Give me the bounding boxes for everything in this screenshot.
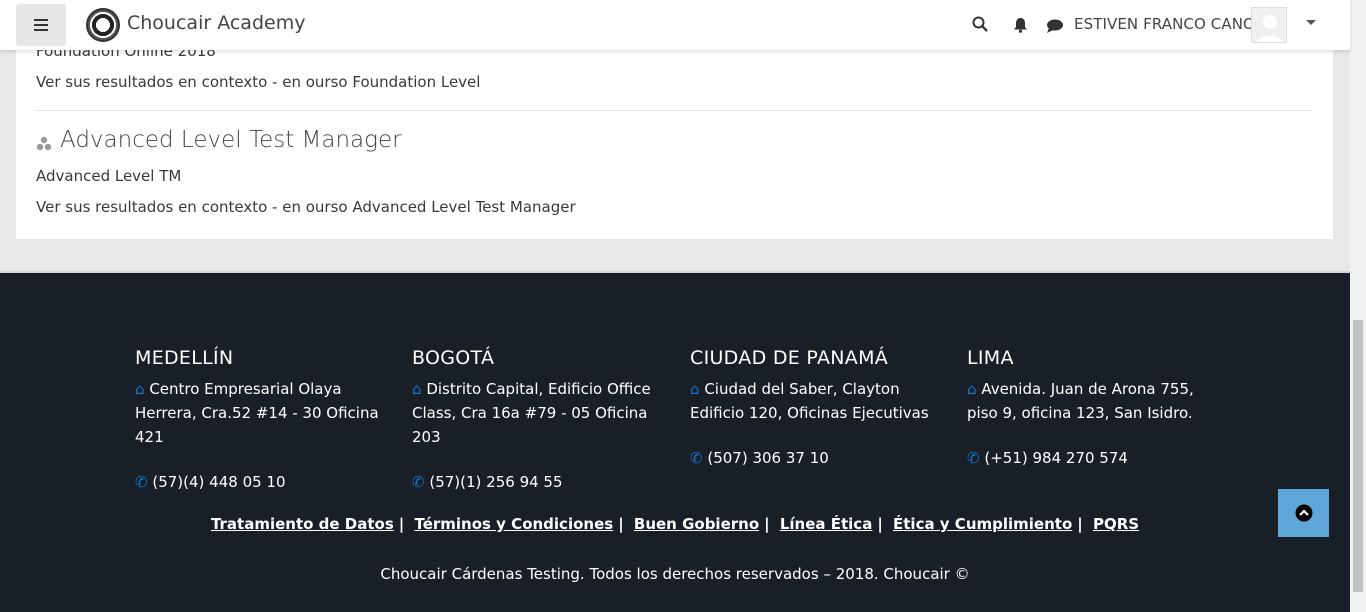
home-icon: ⌂ xyxy=(967,380,977,398)
result-title-link[interactable]: Advanced Level Test Manager xyxy=(60,127,402,153)
office-city: BOGOTÁ xyxy=(412,347,495,369)
menu-toggle-button[interactable] xyxy=(16,4,66,46)
site-logo[interactable] xyxy=(86,8,120,42)
footer-link-governance[interactable]: Buen Gobierno xyxy=(634,515,759,533)
search-icon[interactable] xyxy=(972,16,988,36)
office-bogota: BOGOTÁ ⌂ Distrito Capital, Edificio Offi… xyxy=(412,347,667,491)
user-avatar[interactable] xyxy=(1251,7,1287,43)
result-divider xyxy=(36,110,1313,111)
office-address: Centro Empresarial Olaya Herrera, Cra.52… xyxy=(135,380,379,446)
top-navbar: Choucair Academy ESTIVEN FRANCO CANO xyxy=(0,0,1350,50)
site-footer: MEDELLÍN ⌂ Centro Empresarial Olaya Herr… xyxy=(0,271,1350,612)
hamburger-icon xyxy=(34,19,48,31)
office-city: LIMA xyxy=(967,347,1014,369)
result-subtitle: Advanced Level TM xyxy=(36,167,182,185)
office-address: Distrito Capital, Edificio Office Class,… xyxy=(412,380,651,446)
office-panama: CIUDAD DE PANAMÁ ⌂ Ciudad del Saber, Cla… xyxy=(690,347,945,467)
footer-copyright: Choucair Cárdenas Testing. Todos los der… xyxy=(380,565,970,583)
back-to-top-button[interactable] xyxy=(1278,489,1329,537)
bell-icon[interactable] xyxy=(1013,17,1028,37)
office-lima: LIMA ⌂ Avenida. Juan de Arona 755, piso … xyxy=(967,347,1222,467)
scrollbar-thumb[interactable] xyxy=(1353,320,1363,592)
office-phone: (57)(4) 448 05 10 xyxy=(152,473,286,491)
phone-icon: ✆ xyxy=(412,473,425,491)
footer-link-terms[interactable]: Términos y Condiciones xyxy=(414,515,613,533)
home-icon: ⌂ xyxy=(690,380,700,398)
user-menu-name[interactable]: ESTIVEN FRANCO CANO xyxy=(1074,15,1255,33)
footer-links: Tratamiento de Datos | Términos y Condici… xyxy=(210,515,1140,533)
page-scrollbar[interactable] xyxy=(1350,0,1366,612)
office-address: Ciudad del Saber, Clayton Edificio 120, … xyxy=(690,380,929,422)
office-phone: (507) 306 37 10 xyxy=(707,449,829,467)
office-phone: (57)(1) 256 94 55 xyxy=(429,473,563,491)
chat-icon[interactable] xyxy=(1046,18,1064,37)
footer-link-compliance[interactable]: Ética y Cumplimiento xyxy=(893,515,1072,533)
user-menu-caret-icon[interactable] xyxy=(1306,20,1316,25)
office-medellin: MEDELLÍN ⌂ Centro Empresarial Olaya Herr… xyxy=(135,347,390,491)
office-city: MEDELLÍN xyxy=(135,347,234,369)
phone-icon: ✆ xyxy=(690,449,703,467)
arrow-up-circle-icon xyxy=(1295,504,1312,522)
site-brand[interactable]: Choucair Academy xyxy=(127,12,305,34)
home-icon: ⌂ xyxy=(412,380,422,398)
result-context-link[interactable]: Ver sus resultados en contexto - en ours… xyxy=(36,73,480,91)
office-phone: (+51) 984 270 574 xyxy=(984,449,1128,467)
phone-icon: ✆ xyxy=(135,473,148,491)
office-city: CIUDAD DE PANAMÁ xyxy=(690,347,889,369)
footer-link-data-treatment[interactable]: Tratamiento de Datos xyxy=(211,515,394,533)
footer-link-ethics-line[interactable]: Línea Ética xyxy=(780,515,872,533)
home-icon: ⌂ xyxy=(135,380,145,398)
course-icon xyxy=(36,136,52,156)
phone-icon: ✆ xyxy=(967,449,980,467)
result-context-link[interactable]: Ver sus resultados en contexto - en ours… xyxy=(36,198,576,216)
office-address: Avenida. Juan de Arona 755, piso 9, ofic… xyxy=(967,380,1194,422)
footer-link-pqrs[interactable]: PQRS xyxy=(1093,515,1139,533)
